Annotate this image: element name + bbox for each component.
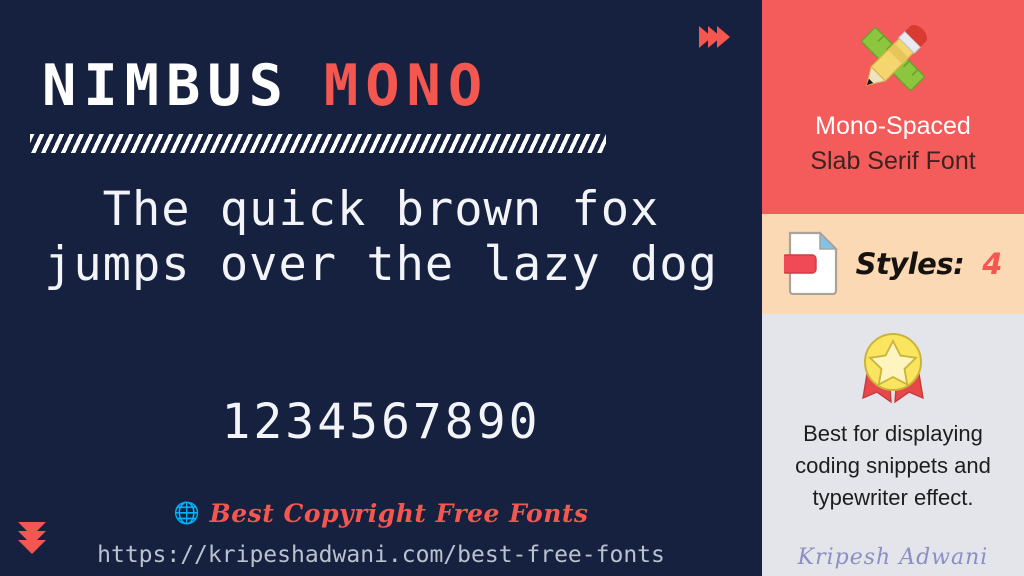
sidebar: Mono-Spaced Slab Serif Font Styles: 4 Be… (762, 0, 1024, 576)
pangram-sample: The quick brown fox jumps over the lazy … (44, 182, 718, 292)
source-url[interactable]: https://kripeshadwani.com/best-free-font… (0, 542, 762, 568)
sidebar-panel-styles: Styles: 4 (762, 214, 1024, 314)
sidebar-panel-category: Mono-Spaced Slab Serif Font (762, 0, 1024, 214)
numerals-sample: 1234567890 (221, 394, 541, 450)
title-word-one: NIMBUS (42, 53, 290, 119)
usage-description: Best for displaying coding snippets and … (795, 421, 991, 510)
pencil-ruler-icon (762, 18, 1024, 105)
styles-value: 4 (982, 247, 1003, 281)
page-title: NIMBUS MONO (42, 58, 722, 115)
file-tag-icon (780, 229, 842, 300)
globe-icon: 🌐 (173, 502, 200, 525)
title-word-two: MONO (323, 53, 490, 119)
award-medal-icon (762, 328, 1024, 417)
author-signature: Kripesh Adwani (797, 545, 989, 570)
hatched-divider (30, 134, 606, 153)
main-panel: NIMBUS MONO The quick brown fox jumps ove… (0, 0, 762, 576)
chevron-right-icon (717, 26, 730, 48)
category-line-two: Slab Serif Font (810, 147, 976, 175)
top-right-chevrons (699, 26, 730, 48)
category-line-one: Mono-Spaced (815, 112, 971, 140)
styles-label: Styles: (855, 247, 965, 281)
promo-text: Best Copyright Free Fonts (209, 499, 589, 528)
promo-line: 🌐 Best Copyright Free Fonts (0, 499, 762, 528)
sidebar-panel-usage: Best for displaying coding snippets and … (762, 314, 1024, 576)
font-specimen-poster: NIMBUS MONO The quick brown fox jumps ove… (0, 0, 1024, 576)
